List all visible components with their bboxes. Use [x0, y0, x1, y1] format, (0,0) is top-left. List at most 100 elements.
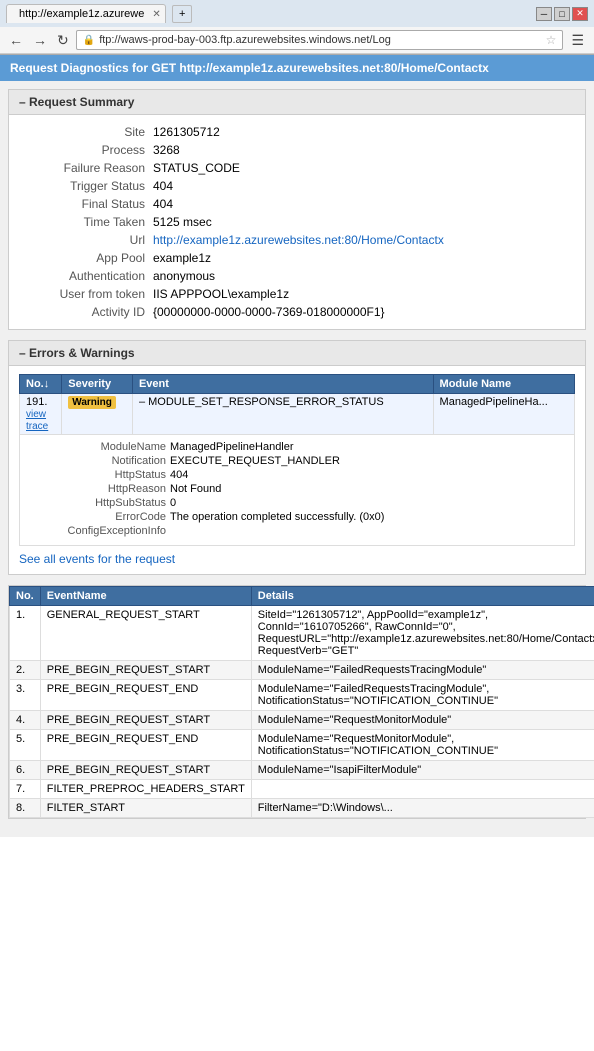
detail-row: HttpStatus404 [46, 469, 568, 481]
request-summary-section: – Request Summary Site1261305712Process3… [8, 89, 586, 330]
view-trace-link[interactable]: viewtrace [26, 409, 48, 432]
tab-close-button[interactable]: ✕ [152, 9, 160, 20]
forward-button[interactable]: → [30, 32, 50, 48]
refresh-button[interactable]: ↻ [54, 32, 72, 49]
event-no: 6. [10, 761, 41, 780]
ew-detail-cell: ModuleName ManagedPipelineHandler Notifica… [20, 435, 575, 546]
severity-badge: Warning [68, 396, 116, 409]
summary-link[interactable]: http://example1z.azurewebsites.net:80/Ho… [153, 233, 444, 247]
ew-module: ManagedPipelineHa... [433, 394, 574, 435]
summary-value: 1261305712 [149, 123, 575, 141]
page-header: Request Diagnostics for GET http://examp… [0, 55, 594, 81]
title-bar: http://example1z.azurewe ✕ + ─ □ ✕ [0, 0, 594, 27]
event-name: PRE_BEGIN_REQUEST_START [40, 661, 251, 680]
close-button[interactable]: ✕ [572, 7, 588, 21]
event-no: 7. [10, 780, 41, 799]
summary-label: Time Taken [19, 213, 149, 231]
detail-row: ModuleName ManagedPipelineHandler [46, 441, 568, 453]
summary-value: 5125 msec [149, 213, 575, 231]
event-details: FilterName="D:\Windows\... [251, 799, 594, 818]
table-row: 3.PRE_BEGIN_REQUEST_ENDModuleName="Faile… [10, 680, 594, 711]
event-no: 2. [10, 661, 41, 680]
address-bar[interactable]: 🔒 ftp://waws-prod-bay-003.ftp.azurewebsi… [76, 30, 564, 50]
detail-label: Notification [46, 455, 166, 467]
event-details: ModuleName="RequestMonitorModule" [251, 711, 594, 730]
ew-severity: Warning [62, 394, 133, 435]
summary-label: Site [19, 123, 149, 141]
ew-event: – MODULE_SET_RESPONSE_ERROR_STATUS [132, 394, 433, 435]
detail-label: HttpReason [46, 483, 166, 495]
errors-warnings-title: – Errors & Warnings [19, 346, 135, 360]
summary-label: App Pool [19, 249, 149, 267]
summary-value: 404 [149, 195, 575, 213]
detail-row: ConfigExceptionInfo [46, 525, 568, 537]
see-events-link[interactable]: See all events for the request [19, 552, 575, 566]
star-icon[interactable]: ☆ [546, 33, 557, 47]
event-name: FILTER_PREPROC_HEADERS_START [40, 780, 251, 799]
events-col-header: EventName [40, 587, 251, 606]
events-table: No.EventNameDetailsTime 1.GENERAL_REQUES… [9, 586, 594, 818]
event-no: 8. [10, 799, 41, 818]
back-button[interactable]: ← [6, 32, 26, 48]
detail-label: ErrorCode [46, 511, 166, 523]
event-name: GENERAL_REQUEST_START [40, 606, 251, 661]
event-details: SiteId="1261305712", AppPoolId="example1… [251, 606, 594, 661]
event-name: PRE_BEGIN_REQUEST_START [40, 711, 251, 730]
summary-value: 3268 [149, 141, 575, 159]
errors-warnings-header[interactable]: – Errors & Warnings [9, 341, 585, 366]
summary-value: 404 [149, 177, 575, 195]
main-content: – Request Summary Site1261305712Process3… [0, 81, 594, 837]
summary-label: Trigger Status [19, 177, 149, 195]
event-details [251, 780, 594, 799]
request-summary-header[interactable]: – Request Summary [9, 90, 585, 115]
event-details: ModuleName="IsapiFilterModule" [251, 761, 594, 780]
request-summary-body: Site1261305712Process3268Failure ReasonS… [9, 115, 585, 329]
event-name: PRE_BEGIN_REQUEST_END [40, 680, 251, 711]
event-name: PRE_BEGIN_REQUEST_END [40, 730, 251, 761]
event-name: PRE_BEGIN_REQUEST_START [40, 761, 251, 780]
detail-label: HttpSubStatus [46, 497, 166, 509]
summary-value: example1z [149, 249, 575, 267]
detail-value: 0 [170, 497, 176, 509]
event-no: 3. [10, 680, 41, 711]
summary-table: Site1261305712Process3268Failure ReasonS… [19, 123, 575, 321]
detail-label: ModuleName [46, 441, 166, 453]
detail-value: ManagedPipelineHandler [170, 441, 294, 453]
summary-value: IIS APPPOOL\example1z [149, 285, 575, 303]
event-details: ModuleName="RequestMonitorModule", Notif… [251, 730, 594, 761]
minimize-button[interactable]: ─ [536, 7, 552, 21]
summary-label: Authentication [19, 267, 149, 285]
page-header-text: Request Diagnostics for GET http://examp… [10, 61, 489, 75]
detail-row: Notification EXECUTE_REQUEST_HANDLER [46, 455, 568, 467]
event-no: 4. [10, 711, 41, 730]
ew-col-no: No.↓ [20, 375, 62, 394]
detail-row: HttpSubStatus 0 [46, 497, 568, 509]
summary-value: anonymous [149, 267, 575, 285]
summary-value: STATUS_CODE [149, 159, 575, 177]
table-row: 5.PRE_BEGIN_REQUEST_ENDModuleName="Reque… [10, 730, 594, 761]
detail-row: ErrorCode The operation completed success… [46, 511, 568, 523]
restore-button[interactable]: □ [554, 7, 570, 21]
detail-value: EXECUTE_REQUEST_HANDLER [170, 455, 340, 467]
request-summary-title: – Request Summary [19, 95, 134, 109]
table-row: 4.PRE_BEGIN_REQUEST_STARTModuleName="Req… [10, 711, 594, 730]
table-row: 8.FILTER_STARTFilterName="D:\Windows\...… [10, 799, 594, 818]
menu-button[interactable]: ☰ [567, 32, 588, 49]
summary-label: User from token [19, 285, 149, 303]
event-details: ModuleName="FailedRequestsTracingModule"… [251, 680, 594, 711]
detail-label: ConfigExceptionInfo [46, 525, 166, 537]
summary-value: {00000000-0000-0000-7369-018000000F1} [149, 303, 575, 321]
summary-label: Activity ID [19, 303, 149, 321]
window-controls: ─ □ ✕ [536, 7, 588, 21]
summary-label: Final Status [19, 195, 149, 213]
detail-value: 404 [170, 469, 188, 481]
detail-value: The operation completed successfully. (0… [170, 511, 384, 523]
browser-tab[interactable]: http://example1z.azurewe ✕ [6, 4, 166, 23]
lock-icon: 🔒 [83, 35, 95, 46]
tab-title: http://example1z.azurewe [19, 8, 144, 20]
ew-row-no: 191.viewtrace [20, 394, 62, 435]
new-tab-button[interactable]: + [172, 5, 192, 23]
errors-warnings-section: – Errors & Warnings No.↓ Severity Event … [8, 340, 586, 575]
event-no: 5. [10, 730, 41, 761]
address-text: ftp://waws-prod-bay-003.ftp.azurewebsite… [99, 34, 541, 46]
